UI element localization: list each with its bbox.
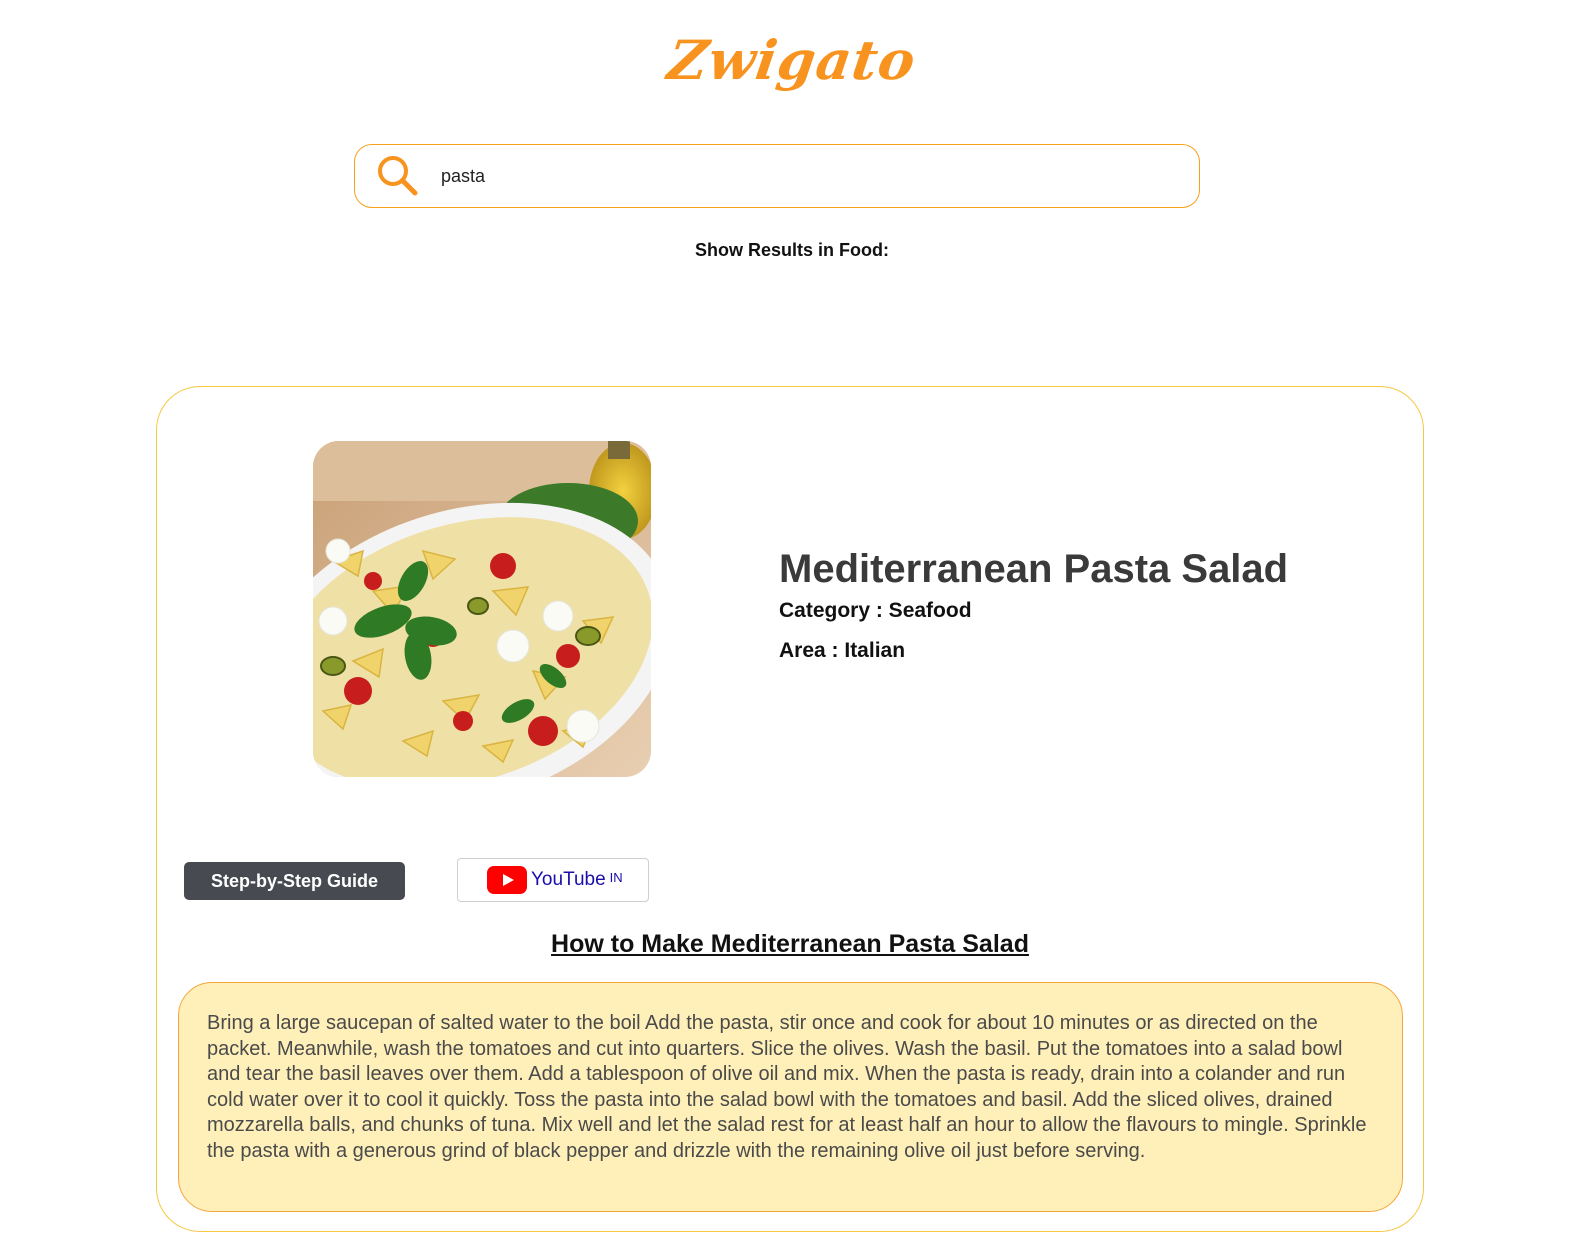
youtube-label: YouTube bbox=[531, 869, 606, 890]
recipe-card: Mediterranean Pasta Salad Category : Sea… bbox=[156, 386, 1424, 1232]
filter-label: Show Results in Food: bbox=[695, 240, 889, 260]
meal-title: Mediterranean Pasta Salad bbox=[779, 547, 1289, 591]
recipe-instructions: Bring a large saucepan of salted water t… bbox=[178, 982, 1403, 1212]
youtube-region: IN bbox=[609, 869, 623, 885]
recipe-title: How to Make Mediterranean Pasta Salad bbox=[551, 930, 1029, 958]
meal-category: Category : Seafood bbox=[779, 599, 972, 622]
meal-image bbox=[313, 441, 651, 777]
pasta-salad-illustration bbox=[313, 441, 651, 777]
page: Zwigato Show Results in Food: bbox=[0, 0, 1584, 1258]
meal-area: Area : Italian bbox=[779, 639, 906, 662]
search-input[interactable] bbox=[439, 164, 1143, 188]
search-icon[interactable] bbox=[375, 153, 421, 199]
step-by-step-guide-button[interactable]: Step-by-Step Guide bbox=[184, 862, 405, 900]
app-logo[interactable]: Zwigato bbox=[0, 28, 1584, 92]
search-bar[interactable] bbox=[354, 144, 1200, 208]
youtube-button[interactable]: YouTube IN bbox=[457, 858, 649, 902]
youtube-play-icon bbox=[487, 866, 527, 894]
